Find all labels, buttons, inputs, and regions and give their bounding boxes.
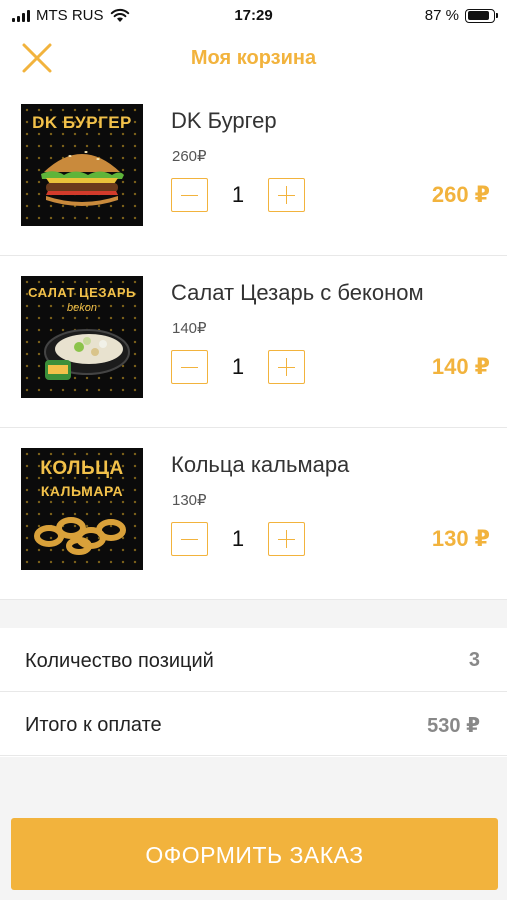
item-name: DK Бургер — [171, 108, 277, 133]
item-name: Салат Цезарь с беконом — [171, 280, 424, 305]
burger-illustration — [41, 151, 124, 206]
total-row: Итого к оплате 530 ₽ — [0, 692, 507, 756]
order-summary: Количество позиций 3 Итого к оплате 530 … — [0, 628, 507, 756]
item-unit-price: 260₽ — [172, 148, 207, 165]
quantity-value: 1 — [231, 526, 245, 551]
positions-count-value: 3 — [468, 649, 480, 671]
increase-quantity-button[interactable] — [268, 522, 305, 556]
quantity-value: 1 — [231, 354, 245, 379]
battery-percent: 87 % — [424, 7, 459, 24]
image-label: DK БУРГЕР — [32, 113, 132, 132]
positions-count-row: Количество позиций 3 — [0, 628, 507, 692]
cart-item: САЛАТ ЦЕЗАРЬ bekon Салат Цезарь с беконо… — [0, 256, 507, 428]
battery-fill — [467, 11, 490, 20]
battery-icon — [465, 8, 498, 23]
separator-band — [0, 600, 507, 628]
salad-image: САЛАТ ЦЕЗАРЬ bekon — [21, 276, 143, 398]
status-right: 87 % — [424, 7, 498, 24]
item-unit-price: 130₽ — [172, 492, 207, 509]
checkout-button-label: ОФОРМИТЬ ЗАКАЗ — [145, 842, 364, 868]
decrease-quantity-button[interactable] — [171, 178, 208, 212]
page-title: Моя корзина — [190, 47, 317, 69]
item-total: 130 ₽ — [431, 526, 490, 551]
image-label-2: КАЛЬМАРА — [40, 483, 124, 499]
increase-quantity-button[interactable] — [268, 350, 305, 384]
item-total: 260 ₽ — [431, 182, 490, 207]
total-label: Итого к оплате — [25, 714, 162, 736]
image-sublabel: bekon — [67, 302, 97, 314]
decrease-quantity-button[interactable] — [171, 522, 208, 556]
squid-rings-illustration — [34, 517, 126, 555]
increase-quantity-button[interactable] — [268, 178, 305, 212]
item-name: Кольца кальмара — [171, 452, 350, 477]
burger-image: DK БУРГЕР — [21, 104, 143, 226]
item-total: 140 ₽ — [431, 354, 490, 379]
squid-rings-image: КОЛЬЦА КАЛЬМАРА — [21, 448, 143, 570]
cart-item: DK БУРГЕР DK Бургер 260₽ 1 260 ₽ — [0, 84, 507, 256]
status-bar: MTS RUS 17:29 87 % — [0, 0, 507, 34]
cart-item: КОЛЬЦА КАЛЬМАРА Кольца кальмара 130₽ 1 1… — [0, 428, 507, 600]
image-label: КОЛЬЦА — [40, 458, 124, 479]
decrease-quantity-button[interactable] — [171, 350, 208, 384]
checkout-button[interactable]: ОФОРМИТЬ ЗАКАЗ — [11, 818, 498, 890]
total-value: 530 ₽ — [427, 715, 480, 737]
item-unit-price: 140₽ — [172, 320, 207, 337]
positions-count-label: Количество позиций — [25, 650, 214, 672]
header: Моя корзина — [0, 34, 507, 84]
salad-illustration — [44, 329, 130, 380]
cart-list: DK БУРГЕР DK Бургер 260₽ 1 260 ₽ САЛАТ Ц… — [0, 84, 507, 600]
quantity-value: 1 — [231, 182, 245, 207]
image-label: САЛАТ ЦЕЗАРЬ — [28, 285, 136, 300]
